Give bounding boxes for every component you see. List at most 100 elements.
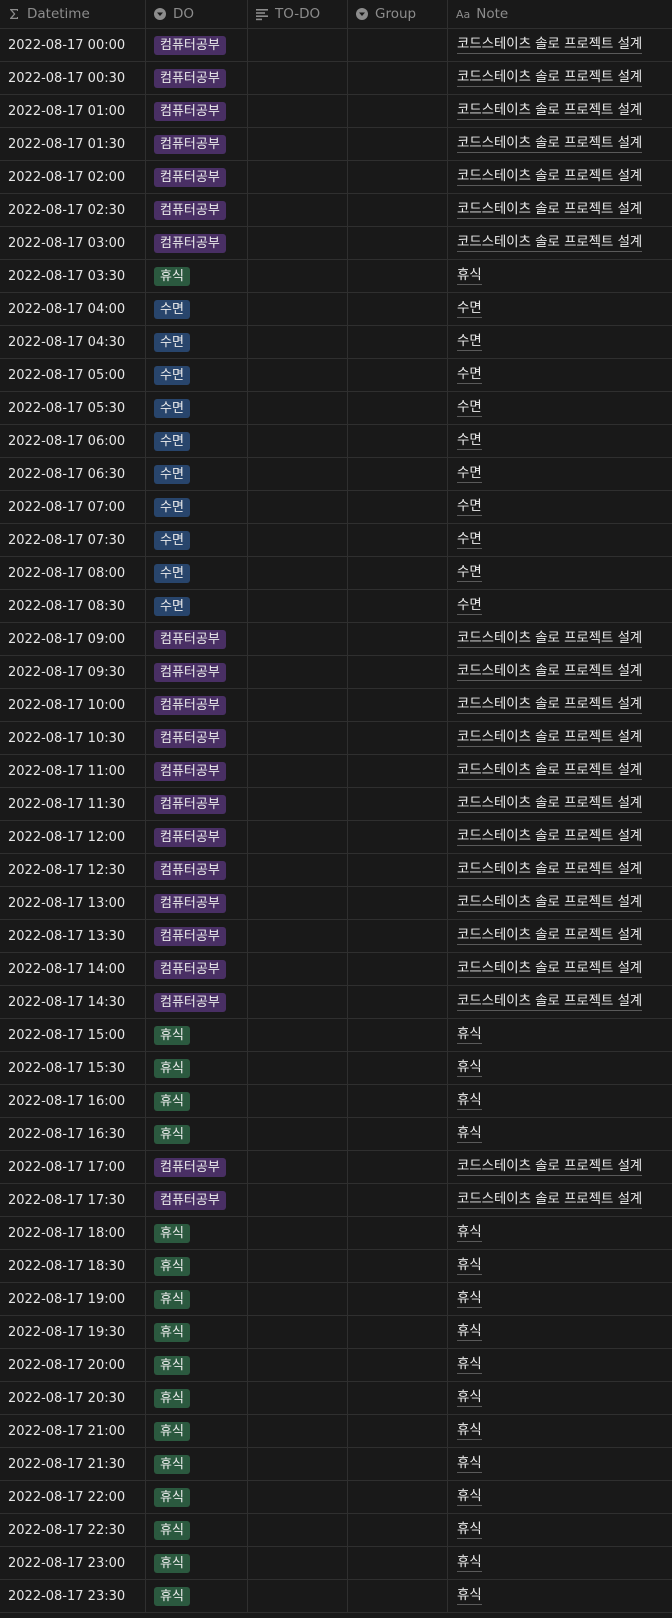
datetime-cell[interactable]: 2022-08-17 08:30 [0, 590, 146, 622]
note-cell[interactable]: 코드스테이츠 솔로 프로젝트 설계 [448, 95, 672, 127]
group-cell[interactable] [348, 227, 448, 259]
group-cell[interactable] [348, 62, 448, 94]
note-title[interactable]: 코드스테이츠 솔로 프로젝트 설계 [457, 796, 643, 813]
table-row[interactable]: 2022-08-17 09:30 컴퓨터공부 코드스테이츠 솔로 프로젝트 설계 [0, 656, 672, 689]
todo-cell[interactable] [248, 227, 348, 259]
do-cell[interactable]: 휴식 [146, 1415, 248, 1447]
table-row[interactable]: 2022-08-17 02:30 컴퓨터공부 코드스테이츠 솔로 프로젝트 설계 [0, 194, 672, 227]
table-row[interactable]: 2022-08-17 11:00 컴퓨터공부 코드스테이츠 솔로 프로젝트 설계 [0, 755, 672, 788]
datetime-cell[interactable]: 2022-08-17 21:30 [0, 1448, 146, 1480]
datetime-cell[interactable]: 2022-08-17 23:30 [0, 1580, 146, 1612]
table-row[interactable]: 2022-08-17 14:00 컴퓨터공부 코드스테이츠 솔로 프로젝트 설계 [0, 953, 672, 986]
todo-cell[interactable] [248, 788, 348, 820]
datetime-cell[interactable]: 2022-08-17 21:00 [0, 1415, 146, 1447]
note-title[interactable]: 코드스테이츠 솔로 프로젝트 설계 [457, 136, 643, 153]
todo-cell[interactable] [248, 1052, 348, 1084]
note-title[interactable]: 수면 [457, 334, 482, 351]
note-cell[interactable]: 휴식 [448, 1019, 672, 1051]
note-cell[interactable]: 수면 [448, 491, 672, 523]
do-cell[interactable]: 컴퓨터공부 [146, 821, 248, 853]
datetime-cell[interactable]: 2022-08-17 07:00 [0, 491, 146, 523]
note-cell[interactable]: 휴식 [448, 1349, 672, 1381]
datetime-cell[interactable]: 2022-08-17 17:00 [0, 1151, 146, 1183]
datetime-cell[interactable]: 2022-08-17 09:30 [0, 656, 146, 688]
todo-cell[interactable] [248, 161, 348, 193]
note-title[interactable]: 수면 [457, 532, 482, 549]
table-row[interactable]: 2022-08-17 23:30 휴식 휴식 [0, 1580, 672, 1613]
group-cell[interactable] [348, 1580, 448, 1612]
table-row[interactable]: 2022-08-17 02:00 컴퓨터공부 코드스테이츠 솔로 프로젝트 설계 [0, 161, 672, 194]
note-cell[interactable]: 휴식 [448, 1217, 672, 1249]
group-cell[interactable] [348, 161, 448, 193]
todo-cell[interactable] [248, 1019, 348, 1051]
todo-cell[interactable] [248, 986, 348, 1018]
datetime-cell[interactable]: 2022-08-17 16:30 [0, 1118, 146, 1150]
note-cell[interactable]: 코드스테이츠 솔로 프로젝트 설계 [448, 689, 672, 721]
group-cell[interactable] [348, 854, 448, 886]
note-cell[interactable]: 코드스테이츠 솔로 프로젝트 설계 [448, 161, 672, 193]
todo-cell[interactable] [248, 1481, 348, 1513]
table-row[interactable]: 2022-08-17 03:30 휴식 휴식 [0, 260, 672, 293]
group-cell[interactable] [348, 260, 448, 292]
datetime-cell[interactable]: 2022-08-17 08:00 [0, 557, 146, 589]
note-title[interactable]: 수면 [457, 367, 482, 384]
table-row[interactable]: 2022-08-17 14:30 컴퓨터공부 코드스테이츠 솔로 프로젝트 설계 [0, 986, 672, 1019]
table-row[interactable]: 2022-08-17 18:30 휴식 휴식 [0, 1250, 672, 1283]
column-header-do[interactable]: DO [146, 0, 248, 28]
datetime-cell[interactable]: 2022-08-17 00:30 [0, 62, 146, 94]
table-row[interactable]: 2022-08-17 11:30 컴퓨터공부 코드스테이츠 솔로 프로젝트 설계 [0, 788, 672, 821]
group-cell[interactable] [348, 755, 448, 787]
note-cell[interactable]: 휴식 [448, 1415, 672, 1447]
note-title[interactable]: 휴식 [457, 1522, 482, 1539]
group-cell[interactable] [348, 821, 448, 853]
todo-cell[interactable] [248, 590, 348, 622]
todo-cell[interactable] [248, 1514, 348, 1546]
do-cell[interactable]: 컴퓨터공부 [146, 722, 248, 754]
group-cell[interactable] [348, 326, 448, 358]
note-title[interactable]: 코드스테이츠 솔로 프로젝트 설계 [457, 829, 643, 846]
note-title[interactable]: 코드스테이츠 솔로 프로젝트 설계 [457, 994, 643, 1011]
table-row[interactable]: 2022-08-17 20:30 휴식 휴식 [0, 1382, 672, 1415]
note-title[interactable]: 코드스테이츠 솔로 프로젝트 설계 [457, 961, 643, 978]
note-cell[interactable]: 수면 [448, 458, 672, 490]
note-title[interactable]: 수면 [457, 598, 482, 615]
todo-cell[interactable] [248, 260, 348, 292]
table-row[interactable]: 2022-08-17 22:30 휴식 휴식 [0, 1514, 672, 1547]
table-row[interactable]: 2022-08-17 13:30 컴퓨터공부 코드스테이츠 솔로 프로젝트 설계 [0, 920, 672, 953]
datetime-cell[interactable]: 2022-08-17 03:30 [0, 260, 146, 292]
datetime-cell[interactable]: 2022-08-17 05:30 [0, 392, 146, 424]
table-row[interactable]: 2022-08-17 22:00 휴식 휴식 [0, 1481, 672, 1514]
group-cell[interactable] [348, 293, 448, 325]
do-cell[interactable]: 컴퓨터공부 [146, 1151, 248, 1183]
do-cell[interactable]: 휴식 [146, 1547, 248, 1579]
do-cell[interactable]: 수면 [146, 458, 248, 490]
table-row[interactable]: 2022-08-17 04:30 수면 수면 [0, 326, 672, 359]
note-title[interactable]: 코드스테이츠 솔로 프로젝트 설계 [457, 631, 643, 648]
table-row[interactable]: 2022-08-17 04:00 수면 수면 [0, 293, 672, 326]
group-cell[interactable] [348, 359, 448, 391]
todo-cell[interactable] [248, 128, 348, 160]
todo-cell[interactable] [248, 821, 348, 853]
note-cell[interactable]: 휴식 [448, 1580, 672, 1612]
do-cell[interactable]: 컴퓨터공부 [146, 95, 248, 127]
group-cell[interactable] [348, 128, 448, 160]
do-cell[interactable]: 컴퓨터공부 [146, 194, 248, 226]
table-row[interactable]: 2022-08-17 00:30 컴퓨터공부 코드스테이츠 솔로 프로젝트 설계 [0, 62, 672, 95]
group-cell[interactable] [348, 1349, 448, 1381]
datetime-cell[interactable]: 2022-08-17 13:30 [0, 920, 146, 952]
do-cell[interactable]: 수면 [146, 557, 248, 589]
note-title[interactable]: 휴식 [457, 1588, 482, 1605]
table-row[interactable]: 2022-08-17 03:00 컴퓨터공부 코드스테이츠 솔로 프로젝트 설계 [0, 227, 672, 260]
group-cell[interactable] [348, 1217, 448, 1249]
do-cell[interactable]: 휴식 [146, 1382, 248, 1414]
do-cell[interactable]: 컴퓨터공부 [146, 656, 248, 688]
group-cell[interactable] [348, 1448, 448, 1480]
note-title[interactable]: 코드스테이츠 솔로 프로젝트 설계 [457, 895, 643, 912]
do-cell[interactable]: 수면 [146, 326, 248, 358]
group-cell[interactable] [348, 920, 448, 952]
datetime-cell[interactable]: 2022-08-17 02:30 [0, 194, 146, 226]
note-cell[interactable]: 코드스테이츠 솔로 프로젝트 설계 [448, 1151, 672, 1183]
note-title[interactable]: 휴식 [457, 1357, 482, 1374]
datetime-cell[interactable]: 2022-08-17 06:30 [0, 458, 146, 490]
todo-cell[interactable] [248, 1382, 348, 1414]
